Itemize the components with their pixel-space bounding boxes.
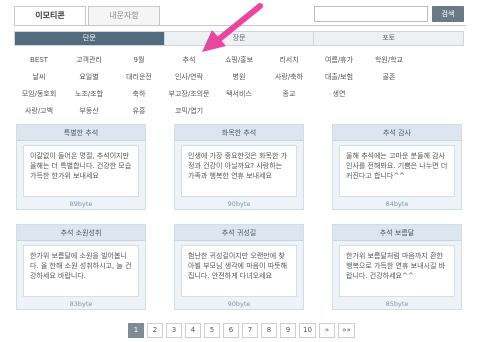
card-byte-count: 90byte — [227, 300, 251, 308]
message-card[interactable]: 추석 보름달 한가위 보름달처럼 마음까지 환한 행복으로 가득한 연휴 보내시… — [332, 224, 462, 310]
card-byte-count: 90byte — [227, 200, 251, 208]
category-item[interactable]: 종교 — [264, 86, 314, 103]
tab-emoticon[interactable]: 이모티콘 — [14, 6, 86, 26]
category-item[interactable]: 여름/휴가 — [314, 52, 364, 69]
category-item[interactable]: 고객관리 — [64, 52, 114, 69]
category-item[interactable]: 생연 — [314, 86, 364, 103]
card-title: 추석 보름달 — [333, 225, 461, 241]
card-byte-count: 89byte — [69, 200, 93, 208]
message-card[interactable]: 화목한 추석 인생에 가장 중요한것은 화목한 가정과 건강이 아닐까요? 사랑… — [174, 124, 304, 210]
category-item[interactable]: 노조/조합 — [64, 86, 114, 103]
category-row: BEST 고객관리 9월 추석 쇼핑/홍보 리서치 여름/휴가 학원/학교 — [14, 52, 464, 69]
card-title: 특별한 추석 — [17, 125, 145, 141]
category-item[interactable]: 추석 — [164, 52, 214, 69]
category-item[interactable]: 축하 — [114, 86, 164, 103]
top-tabs: 이모티콘 내문자함 — [14, 6, 164, 26]
page-7-button[interactable]: 7 — [242, 323, 258, 338]
card-message: 한가위 보름달처럼 마음까지 환한 행복으로 가득한 연휴 보내시길 바랍니다.… — [339, 245, 455, 297]
segment-short[interactable]: 단문 — [15, 32, 164, 45]
search-input[interactable] — [314, 6, 428, 22]
page-4-button[interactable]: 4 — [185, 323, 201, 338]
page-6-button[interactable]: 6 — [223, 323, 239, 338]
card-message: 올해 추석에는 고마운 분들께 감사 인사를 전해봐요. 기쁨은 나누면 더 커… — [339, 145, 455, 197]
card-message: 험난한 귀성길이지만 오랜만에 찾아뵐 부모님 생각에 마음이 따뜻해집니다. … — [181, 245, 297, 297]
message-card[interactable]: 추석 귀성길 험난한 귀성길이지만 오랜만에 찾아뵐 부모님 생각에 마음이 따… — [174, 224, 304, 310]
page-10-button[interactable]: 10 — [299, 323, 316, 338]
category-item[interactable]: 코믹/엽기 — [164, 103, 214, 120]
pointer-arrow-icon — [202, 3, 263, 52]
card-title: 추석 귀성길 — [175, 225, 303, 241]
next-page-button[interactable]: » — [319, 323, 335, 338]
category-item[interactable]: 리서치 — [264, 52, 314, 69]
category-item[interactable]: 쇼핑/홍보 — [214, 52, 264, 69]
card-title: 화목한 추석 — [175, 125, 303, 141]
card-message: 인생에 가장 중요한것은 화목한 가정과 건강이 아닐까요? 사랑하는 가족과 … — [181, 145, 297, 197]
card-title: 추석 감사 — [333, 125, 461, 141]
message-card[interactable]: 추석 감사 올해 추석에는 고마운 분들께 감사 인사를 전해봐요. 기쁨은 나… — [332, 124, 462, 210]
pagination: 1 2 3 4 5 6 7 8 9 10 » »» — [128, 323, 358, 339]
message-card[interactable]: 특별한 추석 이갈없이 들어온 명절, 추석이지만 올해는 더 특별합니다. 건… — [16, 124, 146, 210]
page-1-button[interactable]: 1 — [128, 323, 144, 338]
page-8-button[interactable]: 8 — [261, 323, 277, 338]
card-message: 한가위 보름달에 소원을 빌어봅니다. 올 한해 소원 성취하시고, 늘 건강하… — [23, 245, 139, 297]
category-item[interactable]: 택서비스 — [214, 86, 264, 103]
category-item[interactable]: 병원 — [214, 69, 264, 86]
category-item[interactable]: 날씨 — [14, 69, 64, 86]
category-item[interactable]: 부고장/조의문 — [164, 86, 214, 103]
category-item[interactable]: 인사/연락 — [164, 69, 214, 86]
category-item[interactable]: 9월 — [114, 52, 164, 69]
category-item[interactable]: 요일별 — [64, 69, 114, 86]
category-item[interactable]: 대출/보험 — [314, 69, 364, 86]
category-row: 모임/동호회 노조/조합 축하 부고장/조의문 택서비스 종교 생연 — [14, 86, 464, 103]
segment-photo[interactable]: 포토 — [313, 32, 464, 45]
last-page-button[interactable]: »» — [338, 323, 355, 338]
message-card[interactable]: 추석 소원성취 한가위 보름달에 소원을 빌어봅니다. 올 한해 소원 성취하시… — [16, 224, 146, 310]
card-title: 추석 소원성취 — [17, 225, 145, 241]
category-item[interactable]: 유흥 — [114, 103, 164, 120]
category-item[interactable]: 사랑/축하 — [264, 69, 314, 86]
category-row: 날씨 요일별 대리운전 인사/연락 병원 사랑/축하 대출/보험 골존 — [14, 69, 464, 86]
page-2-button[interactable]: 2 — [147, 323, 163, 338]
card-message: 이갈없이 들어온 명절, 추석이지만 올해는 더 특별합니다. 건강한 모습 가… — [23, 145, 139, 197]
tab-my-messages[interactable]: 내문자함 — [88, 6, 160, 26]
category-row: 사랑/고백 부동산 유흥 코믹/엽기 — [14, 103, 464, 120]
category-item[interactable]: BEST — [14, 52, 64, 69]
category-item[interactable]: 대리운전 — [114, 69, 164, 86]
card-byte-count: 85byte — [385, 300, 409, 308]
category-item[interactable]: 학원/학교 — [364, 52, 414, 69]
category-item[interactable]: 부동산 — [64, 103, 114, 120]
page-3-button[interactable]: 3 — [166, 323, 182, 338]
category-list: BEST 고객관리 9월 추석 쇼핑/홍보 리서치 여름/휴가 학원/학교 날씨… — [14, 52, 464, 120]
card-byte-count: 83byte — [69, 300, 93, 308]
category-item[interactable]: 사랑/고백 — [14, 103, 64, 120]
category-item[interactable]: 모임/동호회 — [14, 86, 64, 103]
category-item[interactable]: 골존 — [364, 69, 414, 86]
search-button[interactable]: 검색 — [432, 6, 464, 22]
card-byte-count: 84byte — [385, 200, 409, 208]
page-9-button[interactable]: 9 — [280, 323, 296, 338]
page-5-button[interactable]: 5 — [204, 323, 220, 338]
